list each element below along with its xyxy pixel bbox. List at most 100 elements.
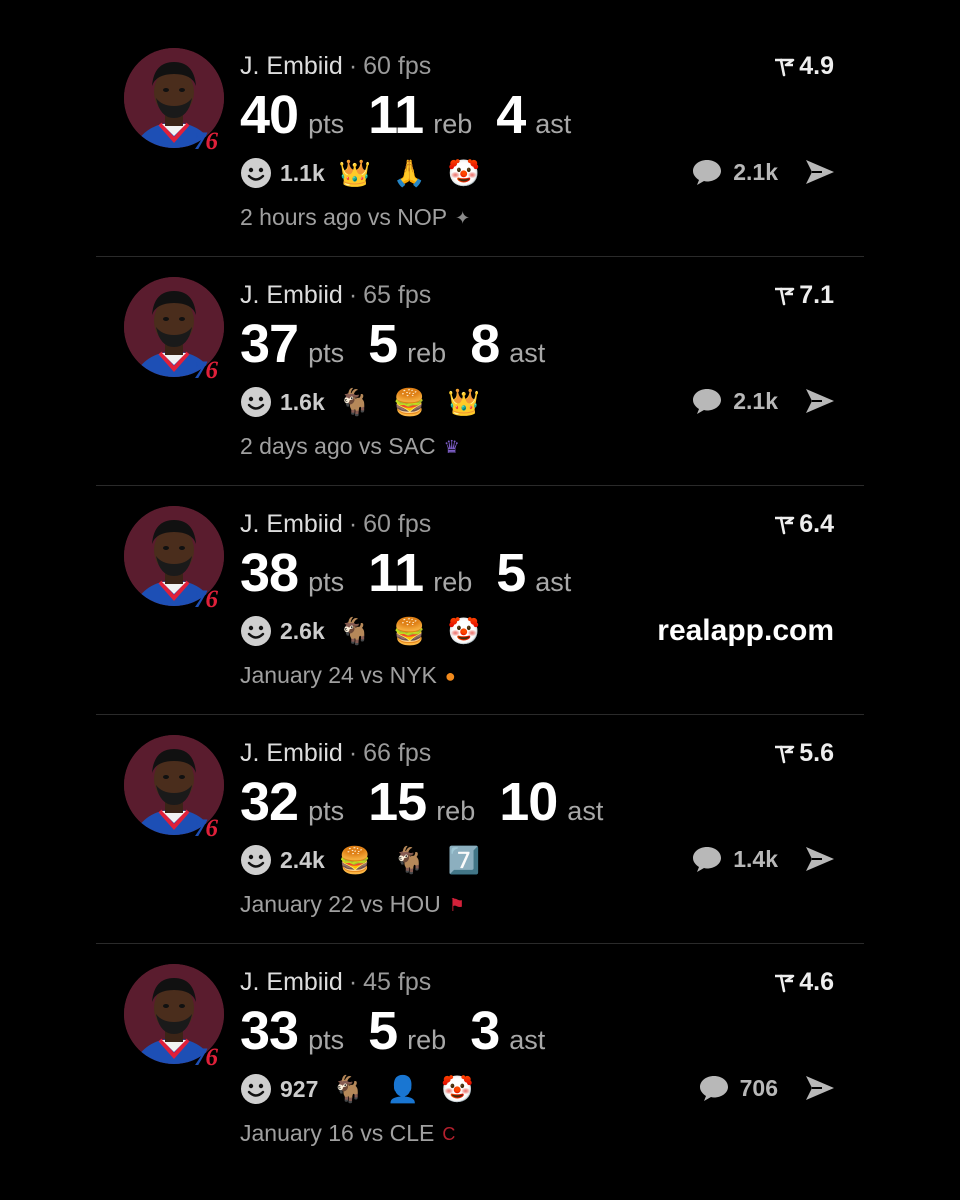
comment-count[interactable]: 1.4k xyxy=(733,846,778,873)
stat-value: 38 xyxy=(240,543,299,603)
stat-line: 38 pts 11 reb 5 ast xyxy=(240,542,595,604)
comment-count[interactable]: 2.1k xyxy=(733,159,778,186)
reaction-emoji[interactable]: 🤡 xyxy=(441,1072,473,1106)
separator-dot: · xyxy=(348,281,358,309)
stat-unit: ast xyxy=(535,109,572,139)
stat-reb: 5 reb xyxy=(368,1000,446,1062)
separator-dot: · xyxy=(348,52,358,80)
player-name[interactable]: J. Embiid xyxy=(240,510,343,538)
game-card[interactable]: 76 J. Embiid · 65 fps 7.1 37 pts 5 reb 8 ast 1.… xyxy=(96,257,864,486)
game-time-opponent: January 22 vs HOU xyxy=(240,891,441,917)
emoji-list: 🐐 🍔 🤡 xyxy=(339,614,502,648)
game-meta: January 22 vs HOU ⚑ xyxy=(240,891,465,918)
reaction-emoji[interactable]: 🤡 xyxy=(448,614,480,648)
reaction-emoji[interactable]: 🍔 xyxy=(393,385,425,419)
game-meta: 2 hours ago vs NOP ✦ xyxy=(240,204,470,231)
smiley-icon[interactable] xyxy=(240,615,272,647)
rating[interactable]: 4.6 xyxy=(773,968,834,997)
card-header: J. Embiid · 45 fps xyxy=(240,968,431,997)
stat-ast: 10 ast xyxy=(499,771,603,833)
game-meta: January 16 vs CLE C xyxy=(240,1120,455,1147)
stat-pts: 33 pts xyxy=(240,1000,344,1062)
rating[interactable]: 7.1 xyxy=(773,281,834,310)
game-meta: 2 days ago vs SAC ♛ xyxy=(240,433,460,460)
comment-count[interactable]: 2.1k xyxy=(733,388,778,415)
speech-bubble-icon[interactable] xyxy=(691,845,723,873)
stat-unit: reb xyxy=(433,567,473,597)
stat-value: 5 xyxy=(496,543,526,603)
reaction-emoji[interactable]: 🐐 xyxy=(393,843,425,877)
game-card[interactable]: 76 J. Embiid · 60 fps 4.9 40 pts 11 reb 4 ast 1… xyxy=(96,28,864,257)
smiley-icon[interactable] xyxy=(240,844,272,876)
reaction-emoji[interactable]: 🙏 xyxy=(393,156,425,190)
card-header: J. Embiid · 60 fps xyxy=(240,52,431,81)
send-arrow-icon[interactable] xyxy=(804,387,836,415)
comments-area: 2.1k xyxy=(691,158,836,186)
team-logo-icon: 76 xyxy=(194,1044,218,1071)
rating[interactable]: 5.6 xyxy=(773,739,834,768)
reaction-emoji[interactable]: 👑 xyxy=(448,385,480,419)
flag-pin-icon xyxy=(775,745,795,763)
emoji-list: 🐐 👤 🤡 xyxy=(332,1072,495,1106)
reaction-emoji[interactable]: 7️⃣ xyxy=(448,843,480,877)
stat-line: 32 pts 15 reb 10 ast xyxy=(240,771,627,833)
smiley-icon[interactable] xyxy=(240,1073,272,1105)
speech-bubble-icon[interactable] xyxy=(698,1074,730,1102)
game-time-opponent: 2 hours ago vs NOP xyxy=(240,204,448,230)
player-name[interactable]: J. Embiid xyxy=(240,739,343,767)
reaction-emoji[interactable]: 🤡 xyxy=(448,156,480,190)
game-card[interactable]: 76 J. Embiid · 45 fps 4.6 33 pts 5 reb 3 ast 92… xyxy=(96,944,864,1172)
team-logo-icon: 76 xyxy=(194,815,218,842)
reaction-emoji[interactable]: 👤 xyxy=(387,1072,419,1106)
stat-unit: reb xyxy=(433,109,473,139)
stat-value: 5 xyxy=(368,1001,398,1061)
fps-value: 45 fps xyxy=(363,968,432,996)
flag-pin-icon xyxy=(775,287,795,305)
stat-unit: ast xyxy=(567,796,604,826)
emoji-list: 👑 🙏 🤡 xyxy=(339,156,502,190)
stat-unit: reb xyxy=(407,1025,447,1055)
game-card[interactable]: 76 J. Embiid · 66 fps 5.6 32 pts 15 reb 10 ast … xyxy=(96,715,864,944)
team-logo-icon: 76 xyxy=(194,586,218,613)
speech-bubble-icon[interactable] xyxy=(691,387,723,415)
stat-ast: 8 ast xyxy=(470,313,545,375)
player-name[interactable]: J. Embiid xyxy=(240,968,343,996)
reaction-emoji[interactable]: 👑 xyxy=(339,156,371,190)
game-card[interactable]: 76 J. Embiid · 60 fps 6.4 38 pts 11 reb 5 ast 2… xyxy=(96,486,864,715)
game-time-opponent: 2 days ago vs SAC xyxy=(240,433,436,459)
send-arrow-icon[interactable] xyxy=(804,1074,836,1102)
stat-line: 37 pts 5 reb 8 ast xyxy=(240,313,569,375)
stat-reb: 5 reb xyxy=(368,313,446,375)
stat-unit: ast xyxy=(535,567,572,597)
stat-reb: 15 reb xyxy=(368,771,475,833)
smiley-icon[interactable] xyxy=(240,157,272,189)
send-arrow-icon[interactable] xyxy=(804,845,836,873)
reaction-emoji[interactable]: 🍔 xyxy=(339,843,371,877)
player-name[interactable]: J. Embiid xyxy=(240,52,343,80)
opponent-logo-icon: ⚑ xyxy=(448,895,465,916)
send-arrow-icon[interactable] xyxy=(804,158,836,186)
comment-count[interactable]: 706 xyxy=(740,1075,778,1102)
team-logo-icon: 76 xyxy=(194,128,218,155)
reaction-emoji[interactable]: 🐐 xyxy=(339,385,371,419)
speech-bubble-icon[interactable] xyxy=(691,158,723,186)
rating[interactable]: 6.4 xyxy=(773,510,834,539)
stat-value: 32 xyxy=(240,772,299,832)
reaction-emoji[interactable]: 🐐 xyxy=(339,614,371,648)
stat-unit: ast xyxy=(509,1025,546,1055)
smiley-icon[interactable] xyxy=(240,386,272,418)
stat-value: 11 xyxy=(368,85,424,145)
player-name[interactable]: J. Embiid xyxy=(240,281,343,309)
comments-area: 2.1k xyxy=(691,387,836,415)
reaction-emoji[interactable]: 🐐 xyxy=(332,1072,364,1106)
rating-value: 6.4 xyxy=(799,510,834,538)
stat-unit: pts xyxy=(308,567,345,597)
reaction-emoji[interactable]: 🍔 xyxy=(393,614,425,648)
card-header: J. Embiid · 60 fps xyxy=(240,510,431,539)
flag-pin-icon xyxy=(775,974,795,992)
rating[interactable]: 4.9 xyxy=(773,52,834,81)
stat-reb: 11 reb xyxy=(368,84,472,146)
stat-pts: 37 pts xyxy=(240,313,344,375)
comments-area: 706 xyxy=(698,1074,836,1102)
stat-value: 3 xyxy=(470,1001,500,1061)
